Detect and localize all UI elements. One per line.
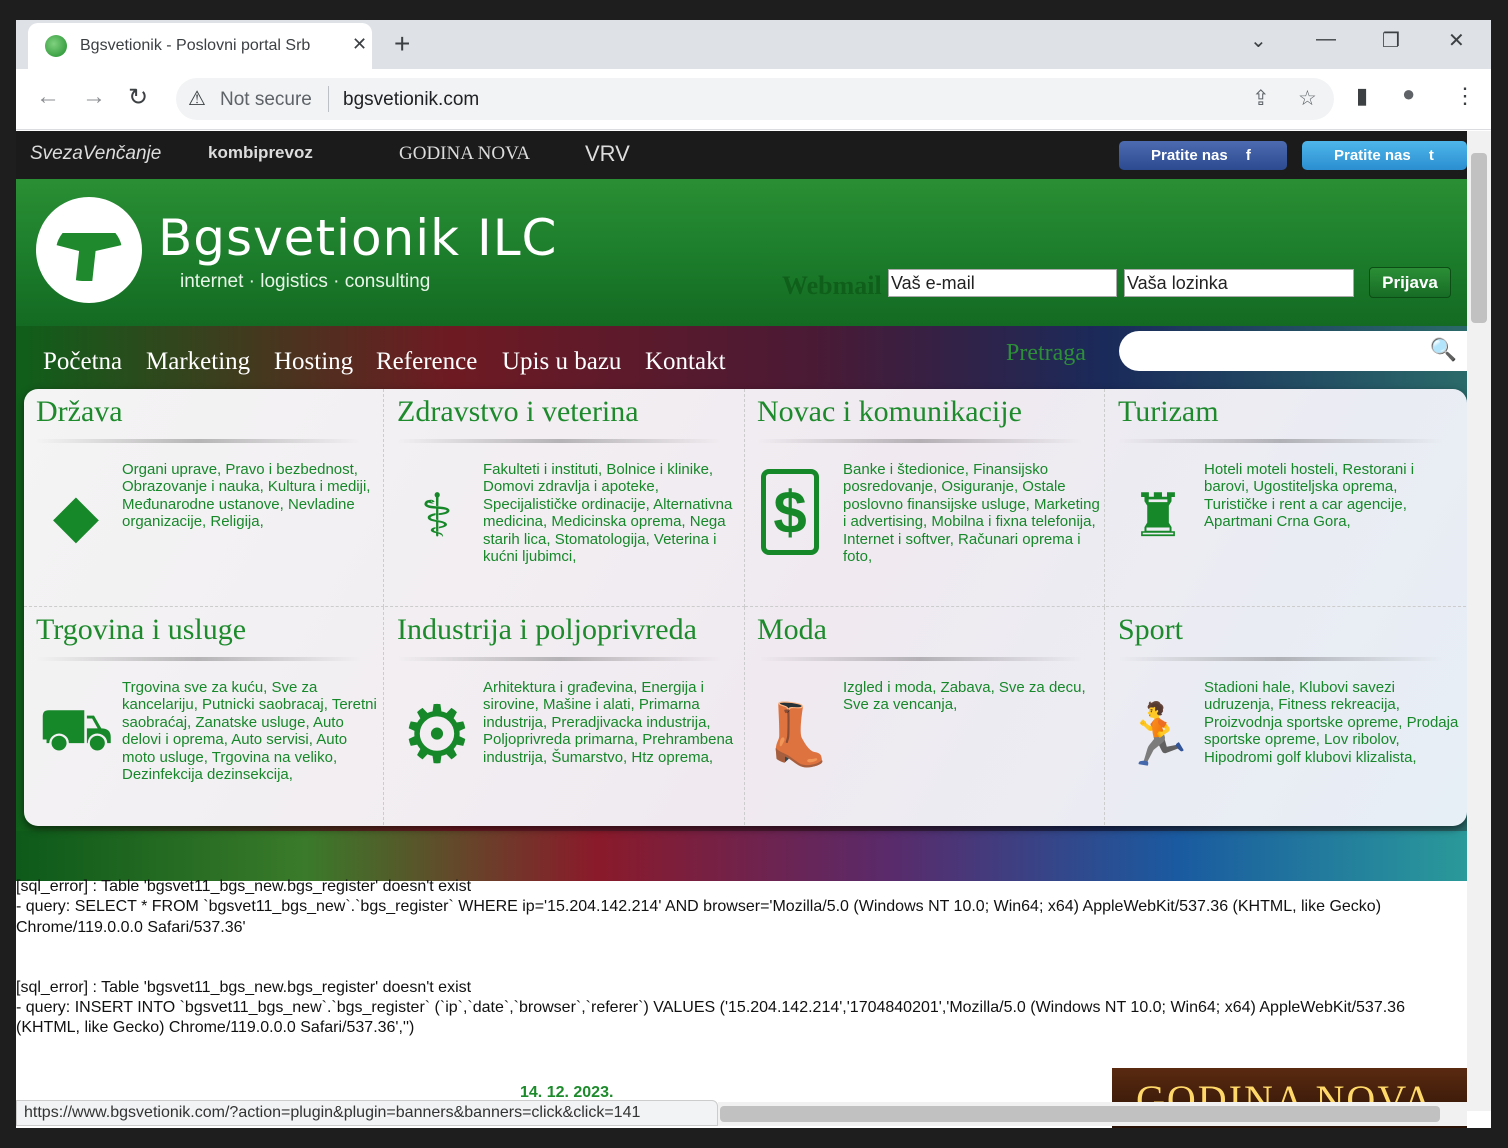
error-line: [sql_error] : Table 'bgsvet11_bgs_new.bg… — [16, 878, 472, 895]
bookmark-star-icon[interactable]: ☆ — [1298, 86, 1317, 111]
password-field[interactable]: Vaša lozinka — [1124, 269, 1354, 297]
tab-search-icon[interactable]: ⌄ — [1250, 28, 1267, 53]
site-brand[interactable]: Bgsvetionik ILC — [158, 209, 557, 267]
partner-logo-kombiprevoz[interactable]: kombiprevoz — [208, 143, 313, 163]
close-window-button[interactable]: ✕ — [1448, 28, 1465, 53]
category-trgovina: Trgovina i usluge ⛟ Trgovina sve za kuću… — [24, 607, 384, 825]
tab-title: Bgsvetionik - Poslovni portal Srb — [80, 37, 311, 54]
category-title[interactable]: Zdravstvo i veterina — [397, 395, 639, 429]
vertical-scrollbar[interactable] — [1467, 131, 1491, 1111]
boot-icon: 👢 — [759, 700, 835, 768]
partner-logo-godina-nova[interactable]: GODINA NOVA — [399, 143, 530, 165]
map-icon: ◆ — [52, 482, 100, 549]
tab-active[interactable]: Bgsvetionik - Poslovni portal Srb ✕ — [28, 23, 372, 69]
facebook-follow-button[interactable]: Pratite nas f — [1119, 141, 1287, 170]
error-query: - query: SELECT * FROM `bgsvet11_bgs_new… — [16, 898, 1382, 936]
site-logo-icon[interactable] — [36, 197, 142, 303]
category-links[interactable]: Banke i štedionice, Finansijsko posredov… — [843, 461, 1101, 565]
category-title[interactable]: Moda — [757, 613, 827, 647]
tab-strip: Bgsvetionik - Poslovni portal Srb ✕ + ⌄ … — [16, 20, 1491, 69]
search-input[interactable]: 🔍 — [1119, 331, 1467, 371]
browser-toolbar: ← → ↻ ⚠ Not secure bgsvetionik.com ⇪ ☆ ▮… — [16, 69, 1491, 130]
new-tab-button[interactable]: + — [394, 28, 410, 60]
webmail-label: Webmail — [782, 271, 882, 300]
category-industrija: Industrija i poljoprivreda ⚙ Arhitektura… — [385, 607, 745, 825]
profile-avatar-icon[interactable]: ● — [1402, 81, 1415, 107]
cart-icon: ⛟ — [38, 696, 114, 763]
address-bar[interactable]: ⚠ Not secure bgsvetionik.com ⇪ ☆ — [176, 78, 1334, 120]
reload-button[interactable]: ↻ — [128, 83, 148, 112]
category-drzava: Država ◆ Organi uprave, Pravo i bezbedno… — [24, 389, 384, 607]
back-button[interactable]: ← — [36, 83, 60, 111]
twitter-follow-label: Pratite nas — [1334, 147, 1411, 164]
decorative-band — [16, 831, 1467, 881]
share-icon[interactable]: ⇪ — [1252, 86, 1270, 111]
status-bar-url: https://www.bgsvetionik.com/?action=plug… — [16, 1100, 718, 1126]
restore-button[interactable]: ❐ — [1382, 28, 1400, 53]
site-tagline: internet · logistics · consulting — [180, 271, 431, 292]
horizontal-scrollbar[interactable] — [718, 1102, 1467, 1126]
forward-button[interactable]: → — [82, 83, 106, 111]
scrollbar-thumb[interactable] — [720, 1106, 1440, 1122]
traveler-icon: ♜ — [1131, 482, 1185, 549]
url-text[interactable]: bgsvetionik.com — [343, 89, 479, 111]
category-title[interactable]: Država — [36, 395, 123, 429]
error-line: [sql_error] : Table 'bgsvet11_bgs_new.bg… — [16, 978, 472, 996]
login-button[interactable]: Prijava — [1369, 267, 1451, 298]
nav-item-marketing[interactable]: Marketing — [146, 348, 250, 376]
sql-error-output: [sql_error] : Table 'bgsvet11_bgs_new.bg… — [16, 877, 1456, 1039]
category-novac: Novac i komunikacije $ Banke i štedionic… — [745, 389, 1105, 607]
warning-icon[interactable]: ⚠ — [188, 86, 206, 111]
nav-item-hosting[interactable]: Hosting — [274, 348, 353, 376]
category-links[interactable]: Arhitektura i građevina, Energija i siro… — [483, 679, 741, 766]
category-links[interactable]: Hoteli moteli hosteli, Restorani i barov… — [1204, 461, 1462, 531]
category-moda: Moda 👢 Izgled i moda, Zabava, Sve za dec… — [745, 607, 1105, 825]
tab-close-icon[interactable]: ✕ — [352, 34, 367, 55]
search-icon[interactable]: 🔍 — [1430, 337, 1457, 363]
category-sport: Sport 🏃 Stadioni hale, Klubovi savezi ud… — [1106, 607, 1466, 825]
category-links[interactable]: Fakulteti i instituti, Bolnice i klinike… — [483, 461, 741, 565]
site-favicon-icon — [45, 35, 67, 57]
category-links[interactable]: Trgovina sve za kuću, Sve za kancelariju… — [122, 679, 380, 783]
nav-item-pocetna[interactable]: Početna — [43, 348, 122, 376]
nav-item-kontakt[interactable]: Kontakt — [645, 348, 726, 376]
partner-logo-vrv[interactable]: VRV — [585, 141, 630, 167]
minimize-button[interactable]: — — [1316, 28, 1336, 51]
phone-dollar-icon: $ — [761, 469, 819, 555]
site-header: Bgsvetionik ILC internet · logistics · c… — [16, 179, 1467, 326]
category-title[interactable]: Industrija i poljoprivreda — [397, 613, 697, 647]
browser-menu-icon[interactable]: ⋮ — [1454, 83, 1476, 109]
error-query: - query: INSERT INTO `bgsvet11_bgs_new`.… — [16, 999, 1405, 1037]
caduceus-icon: ⚕ — [420, 482, 454, 549]
category-links[interactable]: Izgled i moda, Zabava, Sve za decu, Sve … — [843, 679, 1101, 714]
category-turizam: Turizam ♜ Hoteli moteli hosteli, Restora… — [1106, 389, 1466, 607]
search-label: Pretraga — [1006, 340, 1086, 366]
category-title[interactable]: Trgovina i usluge — [36, 613, 246, 647]
category-title[interactable]: Novac i komunikacije — [757, 395, 1022, 429]
email-field[interactable]: Vaš e-mail — [888, 269, 1117, 297]
runner-icon: 🏃 — [1120, 700, 1196, 768]
twitter-follow-button[interactable]: Pratite nas t — [1302, 141, 1467, 170]
nav-item-reference[interactable]: Reference — [376, 348, 477, 376]
category-title[interactable]: Turizam — [1118, 395, 1219, 429]
omnibox-divider — [328, 86, 329, 112]
web-page: SvezaVenčanje kombiprevoz GODINA NOVA VR… — [16, 131, 1467, 1128]
partner-logo-vencanje[interactable]: SvezaVenčanje — [30, 143, 161, 165]
category-title[interactable]: Sport — [1118, 613, 1183, 647]
category-links[interactable]: Stadioni hale, Klubovi savezi udruzenja,… — [1204, 679, 1462, 766]
not-secure-label[interactable]: Not secure — [220, 89, 312, 111]
side-panel-icon[interactable]: ▮ — [1356, 83, 1368, 109]
category-panel: Država ◆ Organi uprave, Pravo i bezbedno… — [24, 389, 1467, 826]
scrollbar-thumb[interactable] — [1471, 153, 1487, 323]
gears-icon: ⚙ — [401, 689, 473, 779]
category-zdravstvo: Zdravstvo i veterina ⚕ Fakulteti i insti… — [385, 389, 745, 607]
browser-window: Bgsvetionik - Poslovni portal Srb ✕ + ⌄ … — [16, 20, 1491, 1128]
partner-bar: SvezaVenčanje kombiprevoz GODINA NOVA VR… — [16, 131, 1467, 179]
facebook-follow-label: Pratite nas — [1151, 147, 1228, 164]
facebook-icon: f — [1245, 147, 1251, 164]
twitter-icon: t — [1428, 147, 1434, 164]
category-links[interactable]: Organi uprave, Pravo i bezbednost, Obraz… — [122, 461, 380, 531]
nav-item-upis-u-bazu[interactable]: Upis u bazu — [502, 348, 621, 376]
